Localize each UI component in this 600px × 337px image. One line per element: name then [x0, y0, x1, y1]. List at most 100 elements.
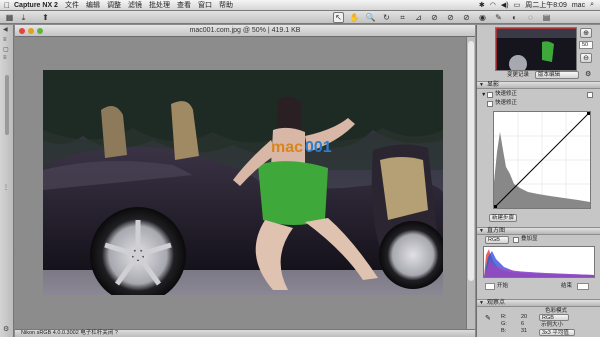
quick-fix-2-checkbox[interactable] — [487, 101, 493, 107]
quick-fix-checkbox[interactable] — [487, 92, 493, 98]
scroll-thumb[interactable] — [468, 41, 474, 281]
menu-batch[interactable]: 批处理 — [149, 0, 170, 10]
lasso-icon[interactable]: ◌ — [525, 12, 536, 23]
new-step-button[interactable]: 新建步骤 — [489, 214, 517, 222]
close-window-icon[interactable] — [19, 28, 25, 34]
open-icon[interactable]: ⬆ — [40, 12, 51, 23]
info-b-value: 31 — [521, 328, 528, 334]
menu-window[interactable]: 窗口 — [198, 0, 212, 10]
neutral-point-icon[interactable]: ⊘ — [461, 12, 472, 23]
black-point-icon[interactable]: ⊘ — [429, 12, 440, 23]
curves-plot — [493, 111, 591, 209]
zoom-value-field[interactable]: 50 — [579, 41, 593, 49]
develop-section-header[interactable]: 显影 — [477, 81, 600, 89]
info-section-title: 观察点 — [487, 300, 506, 306]
menu-help[interactable]: 帮助 — [219, 0, 233, 10]
step-enable-checkbox[interactable] — [587, 92, 593, 98]
volume-icon[interactable]: ◀) — [501, 1, 509, 9]
menu-app-name[interactable]: Capture NX 2 — [14, 2, 58, 9]
info-section-header[interactable]: 观察点 — [477, 299, 600, 307]
sample-size-label: 示例大小 — [541, 322, 564, 328]
color-mode-select[interactable]: RGB — [539, 314, 569, 321]
input-level-label: 开始 — [497, 283, 509, 289]
bluetooth-icon[interactable]: ✱ — [479, 1, 485, 9]
select-arrow-tool-icon[interactable]: ↖ — [333, 12, 344, 23]
settings-gear-icon[interactable]: ⚙ — [3, 326, 11, 333]
input-level-field[interactable] — [485, 283, 495, 290]
wifi-icon[interactable]: ◠ — [490, 1, 496, 9]
apple-menu-icon[interactable]:  — [0, 1, 14, 10]
white-point-icon[interactable]: ⊘ — [445, 12, 456, 23]
navigator-thumbnail[interactable] — [495, 27, 577, 71]
overlay-label: 叠加显 — [521, 236, 538, 242]
menu-bar:  Capture NX 2 文件 编辑 调整 滤镜 批处理 查看 窗口 帮助 … — [0, 0, 600, 11]
folder-toggle-icon[interactable]: ▢ — [3, 47, 11, 53]
document-title: mac001.com.jpg @ 50% | 419.1 KB — [189, 27, 301, 34]
color-profile-status: Nikon sRGB 4.0.0.3002 电子杠杆关闭 ? — [21, 330, 118, 336]
straighten-tool-icon[interactable]: ⊿ — [413, 12, 424, 23]
collapse-arrow-icon[interactable]: ◀ — [3, 27, 11, 33]
photo-canvas[interactable]: mac 001 — [43, 70, 443, 295]
zoom-out-icon[interactable]: ⊖ — [580, 53, 592, 63]
menu-extras: ✱ ◠ ◀) ▭ 周二上午8:09 mac ⌕ — [479, 0, 600, 10]
panel-options-icon[interactable]: ⚙ — [585, 71, 591, 78]
battery-icon[interactable]: ▭ — [514, 1, 521, 9]
minimize-window-icon[interactable] — [28, 28, 34, 34]
document-status-bar: Nikon sRGB 4.0.0.3002 电子杠杆关闭 ? — [15, 329, 475, 337]
edit-list-label: 变更记录 — [507, 72, 530, 78]
zoom-window-icon[interactable] — [37, 28, 43, 34]
new-step-label: 新建步骤 — [491, 215, 514, 221]
right-panel: ⊕ 50 ⊖ 变更记录 版本编辑 ⚙ 显影 ▼ 快速修正 快速修正 新建步骤 直… — [476, 25, 600, 337]
crop-tool-icon[interactable]: ⌗ — [397, 12, 408, 23]
eyedropper-icon[interactable]: ✎ — [485, 315, 491, 322]
save-icon[interactable]: ⤓ — [18, 12, 29, 23]
tool-strip: ↖ ✋ 🔍 ↻ ⌗ ⊿ ⊘ ⊘ ⊘ ◉ ✎ ◐ ◌ ▤ ▦ ⤓ ⬆ — [0, 11, 600, 24]
left-strip-grip[interactable] — [5, 75, 9, 135]
quick-fix-label: 快速修正 — [495, 91, 518, 97]
sample-size-value: 3x3 平均值 — [542, 330, 569, 336]
menu-clock[interactable]: 周二上午8:09 — [525, 0, 567, 10]
selection-brush-icon[interactable]: ◐ — [509, 12, 520, 23]
menu-filter[interactable]: 滤镜 — [128, 0, 142, 10]
menu-view[interactable]: 查看 — [177, 0, 191, 10]
browser-toggle-icon[interactable]: ≡ — [3, 37, 11, 43]
quick-fix-2-label: 快速修正 — [495, 100, 518, 106]
left-side-strip: ◀ ≡ ▢ ≡ ⋮ ⚙ — [0, 25, 14, 337]
auto-retouch-icon[interactable]: ✎ — [493, 12, 504, 23]
menu-user[interactable]: mac — [572, 2, 585, 9]
info-r-label: R: — [501, 314, 507, 320]
rotate-tool-icon[interactable]: ↻ — [381, 12, 392, 23]
output-level-field[interactable] — [577, 283, 589, 290]
histogram-section-header[interactable]: 直方图 — [477, 227, 600, 235]
step-expander-icon[interactable]: ▼ — [481, 92, 486, 99]
channel-select-value: RGB — [488, 237, 500, 243]
red-eye-icon[interactable]: ◉ — [477, 12, 488, 23]
channel-select[interactable]: RGB — [485, 236, 509, 244]
zoom-in-icon[interactable]: ⊕ — [580, 28, 592, 38]
menu-file[interactable]: 文件 — [65, 0, 79, 10]
document-window: mac001.com.jpg @ 50% | 419.1 KB mac 001 … — [15, 25, 475, 337]
edit-list-select[interactable]: 版本编辑 — [535, 71, 579, 79]
hand-tool-icon[interactable]: ✋ — [349, 12, 360, 23]
document-titlebar[interactable]: mac001.com.jpg @ 50% | 419.1 KB — [15, 25, 475, 37]
info-g-label: G: — [501, 321, 507, 327]
document-vertical-scrollbar[interactable] — [466, 37, 475, 329]
menu-edit[interactable]: 编辑 — [86, 0, 100, 10]
zoom-tool-icon[interactable]: 🔍 — [365, 12, 376, 23]
left-strip-handle-icon[interactable]: ⋮ — [3, 185, 11, 191]
color-mode-value: RGB — [542, 315, 554, 321]
spotlight-icon[interactable]: ⌕ — [590, 1, 594, 9]
curves-graph[interactable] — [493, 111, 591, 209]
edit-list-value: 版本编辑 — [538, 72, 561, 78]
watermark-text-top: mac — [271, 139, 303, 156]
sample-size-select[interactable]: 3x3 平均值 — [539, 329, 575, 336]
histogram-chart — [483, 246, 595, 278]
browser-view-icon[interactable]: ▦ — [4, 12, 15, 23]
develop-section-title: 显影 — [487, 82, 500, 88]
overlay-checkbox[interactable] — [513, 237, 519, 243]
info-g-value: 6 — [521, 321, 525, 327]
metadata-toggle-icon[interactable]: ≡ — [3, 55, 11, 61]
menu-adjust[interactable]: 调整 — [107, 0, 121, 10]
info-b-label: B: — [501, 328, 507, 334]
gradient-icon[interactable]: ▤ — [541, 12, 552, 23]
